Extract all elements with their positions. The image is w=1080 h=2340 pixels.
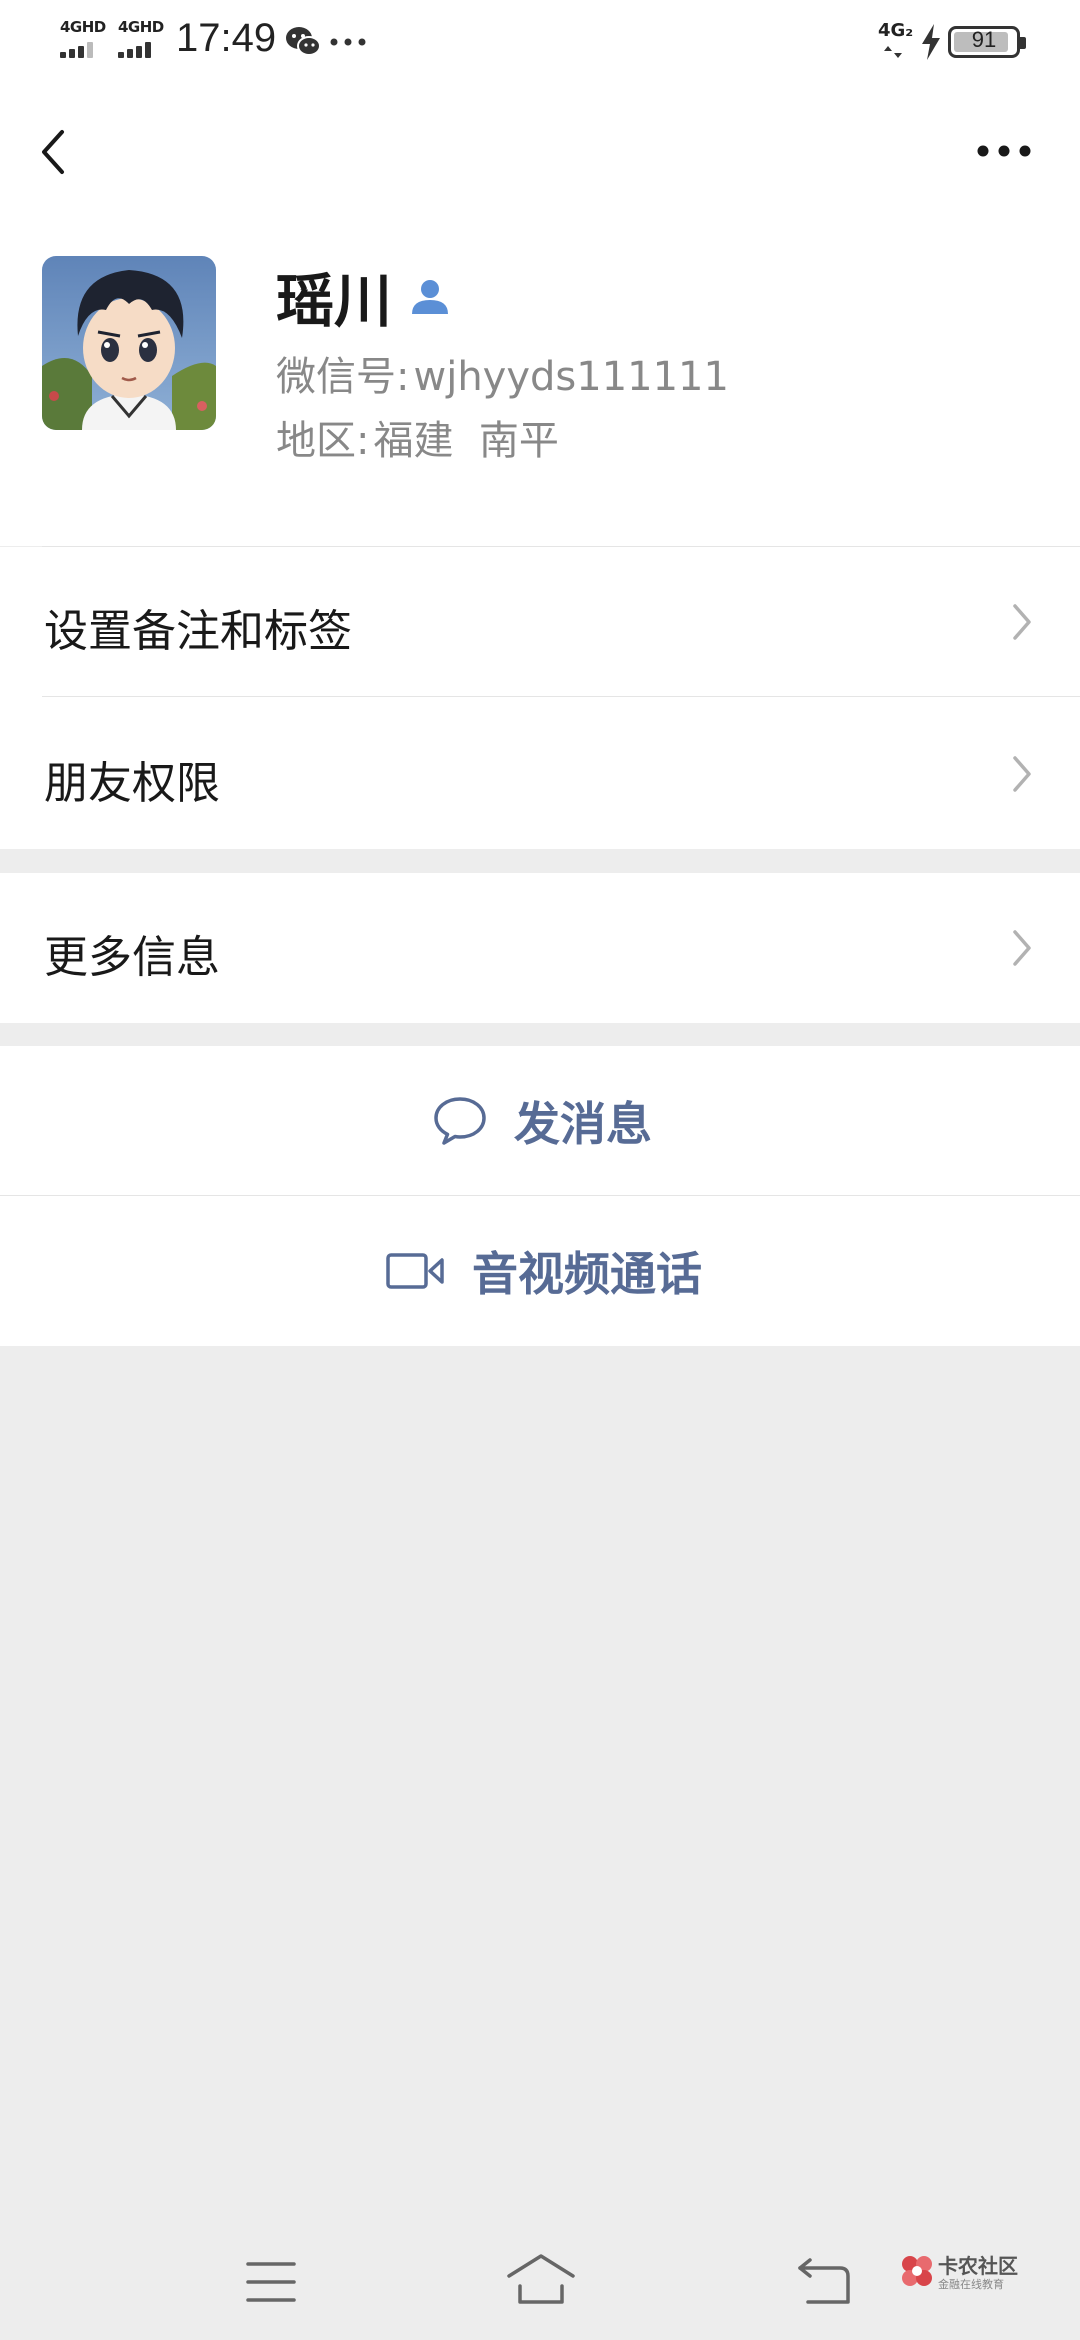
contact-name: 瑶川 — [276, 267, 393, 335]
region: 地区: 福建 南平 — [276, 408, 559, 466]
region-label: 地区: — [276, 418, 370, 464]
more-icon[interactable] — [976, 144, 1032, 158]
status-bar: 4GHD 4GHD 17:49 4G₂ 91 — [0, 0, 1080, 86]
chevron-icon — [1013, 604, 1031, 640]
row-friend-permissions[interactable]: 朋友权限 — [0, 697, 1080, 849]
wechat-id: 微信号: wjhyyds111111 — [276, 344, 729, 402]
menu-icon[interactable] — [246, 2260, 296, 2304]
battery-level: 91 — [971, 27, 997, 52]
charging-bolt-icon — [922, 24, 940, 60]
chevron-icon — [1013, 930, 1031, 966]
status-more-icon — [330, 38, 366, 46]
home-icon[interactable] — [506, 2252, 576, 2308]
network-4g-icon: 4G₂ — [878, 20, 914, 64]
row-remark-tags-label: 设置备注和标签 — [44, 606, 352, 657]
chat-bubble-icon — [434, 1097, 486, 1145]
contact-icon — [412, 280, 449, 314]
row-more-info-label: 更多信息 — [44, 932, 220, 983]
sim2-network-label: 4GHD — [118, 18, 164, 36]
status-time: 17:49 — [176, 16, 277, 60]
watermark-subtitle: 金融在线教育 — [938, 2278, 1004, 2291]
signal-sim1-icon: 4GHD — [58, 18, 108, 58]
wechat-id-label: 微信号: — [276, 354, 410, 400]
watermark-title: 卡农社区 — [938, 2254, 1018, 2278]
return-icon[interactable] — [796, 2256, 852, 2306]
chevron-icon — [1013, 756, 1031, 792]
video-call-label: 音视频通话 — [472, 1247, 702, 1301]
profile-header: 瑶川 微信号: wjhyyds111111 地区: 福建 南平 — [0, 216, 1080, 547]
send-message-button[interactable]: 发消息 — [0, 1046, 1080, 1196]
send-message-label: 发消息 — [514, 1097, 652, 1151]
row-friend-permissions-label: 朋友权限 — [44, 758, 220, 809]
battery-icon: 91 — [948, 26, 1026, 58]
network-right-label: 4G₂ — [878, 20, 914, 41]
watermark: 卡农社区 金融在线教育 — [900, 2250, 1030, 2300]
name-row: 瑶川 — [276, 260, 452, 335]
top-nav — [0, 86, 1080, 216]
video-camera-icon — [386, 1253, 444, 1289]
wechat-id-value: wjhyyds111111 — [413, 354, 729, 400]
row-remark-tags[interactable]: 设置备注和标签 — [0, 547, 1080, 697]
wechat-notification-icon — [286, 27, 321, 56]
signal-sim2-icon: 4GHD — [116, 18, 166, 58]
avatar[interactable] — [42, 256, 216, 430]
video-call-button[interactable]: 音视频通话 — [0, 1196, 1080, 1346]
back-icon[interactable] — [36, 122, 72, 182]
watermark-logo-icon — [902, 2256, 932, 2286]
sim1-network-label: 4GHD — [60, 18, 106, 36]
region-value: 福建 南平 — [373, 418, 559, 464]
row-more-info[interactable]: 更多信息 — [0, 873, 1080, 1023]
